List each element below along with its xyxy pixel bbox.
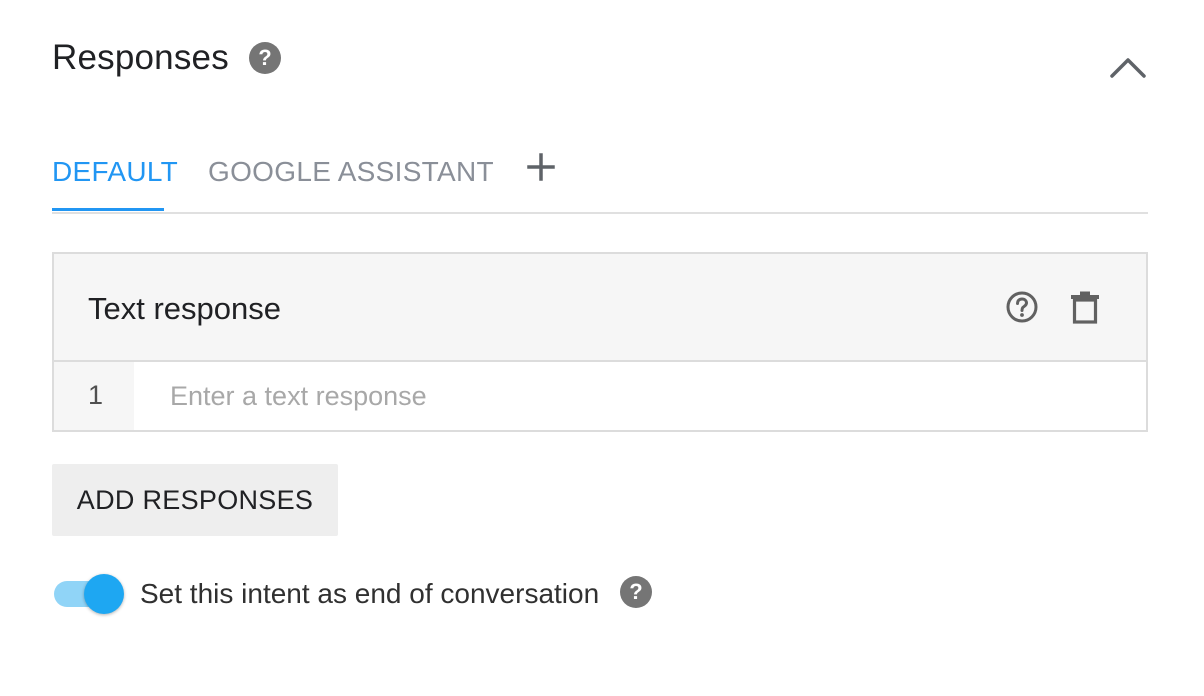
plus-icon[interactable]	[526, 152, 556, 182]
section-title: Responses	[52, 38, 229, 77]
row-number-cell: 1	[54, 362, 134, 430]
toggle-thumb	[84, 574, 124, 614]
help-circle-outline-icon[interactable]	[1006, 291, 1038, 323]
text-response-input[interactable]	[170, 378, 1110, 414]
chevron-up-icon[interactable]	[1108, 52, 1148, 82]
add-responses-button[interactable]: ADD RESPONSES	[52, 464, 338, 536]
card-header: Text response	[54, 254, 1146, 362]
help-icon[interactable]: ?	[620, 576, 652, 608]
tab-default[interactable]: DEFAULT	[52, 154, 178, 190]
card-title: Text response	[88, 291, 281, 326]
trash-icon[interactable]	[1070, 290, 1100, 324]
text-response-card: Text response 1	[52, 252, 1148, 432]
tab-google-assistant[interactable]: GOOGLE ASSISTANT	[208, 154, 494, 190]
response-tabs: DEFAULT GOOGLE ASSISTANT	[52, 140, 1148, 214]
row-number: 1	[88, 380, 104, 410]
end-conversation-toggle[interactable]	[54, 574, 126, 614]
active-tab-indicator	[52, 208, 164, 211]
end-conversation-label: Set this intent as end of conversation	[140, 578, 600, 609]
responses-panel: Responses ? DEFAULT GOOGLE ASSISTANT Tex…	[0, 0, 1204, 696]
help-icon[interactable]: ?	[249, 42, 281, 74]
